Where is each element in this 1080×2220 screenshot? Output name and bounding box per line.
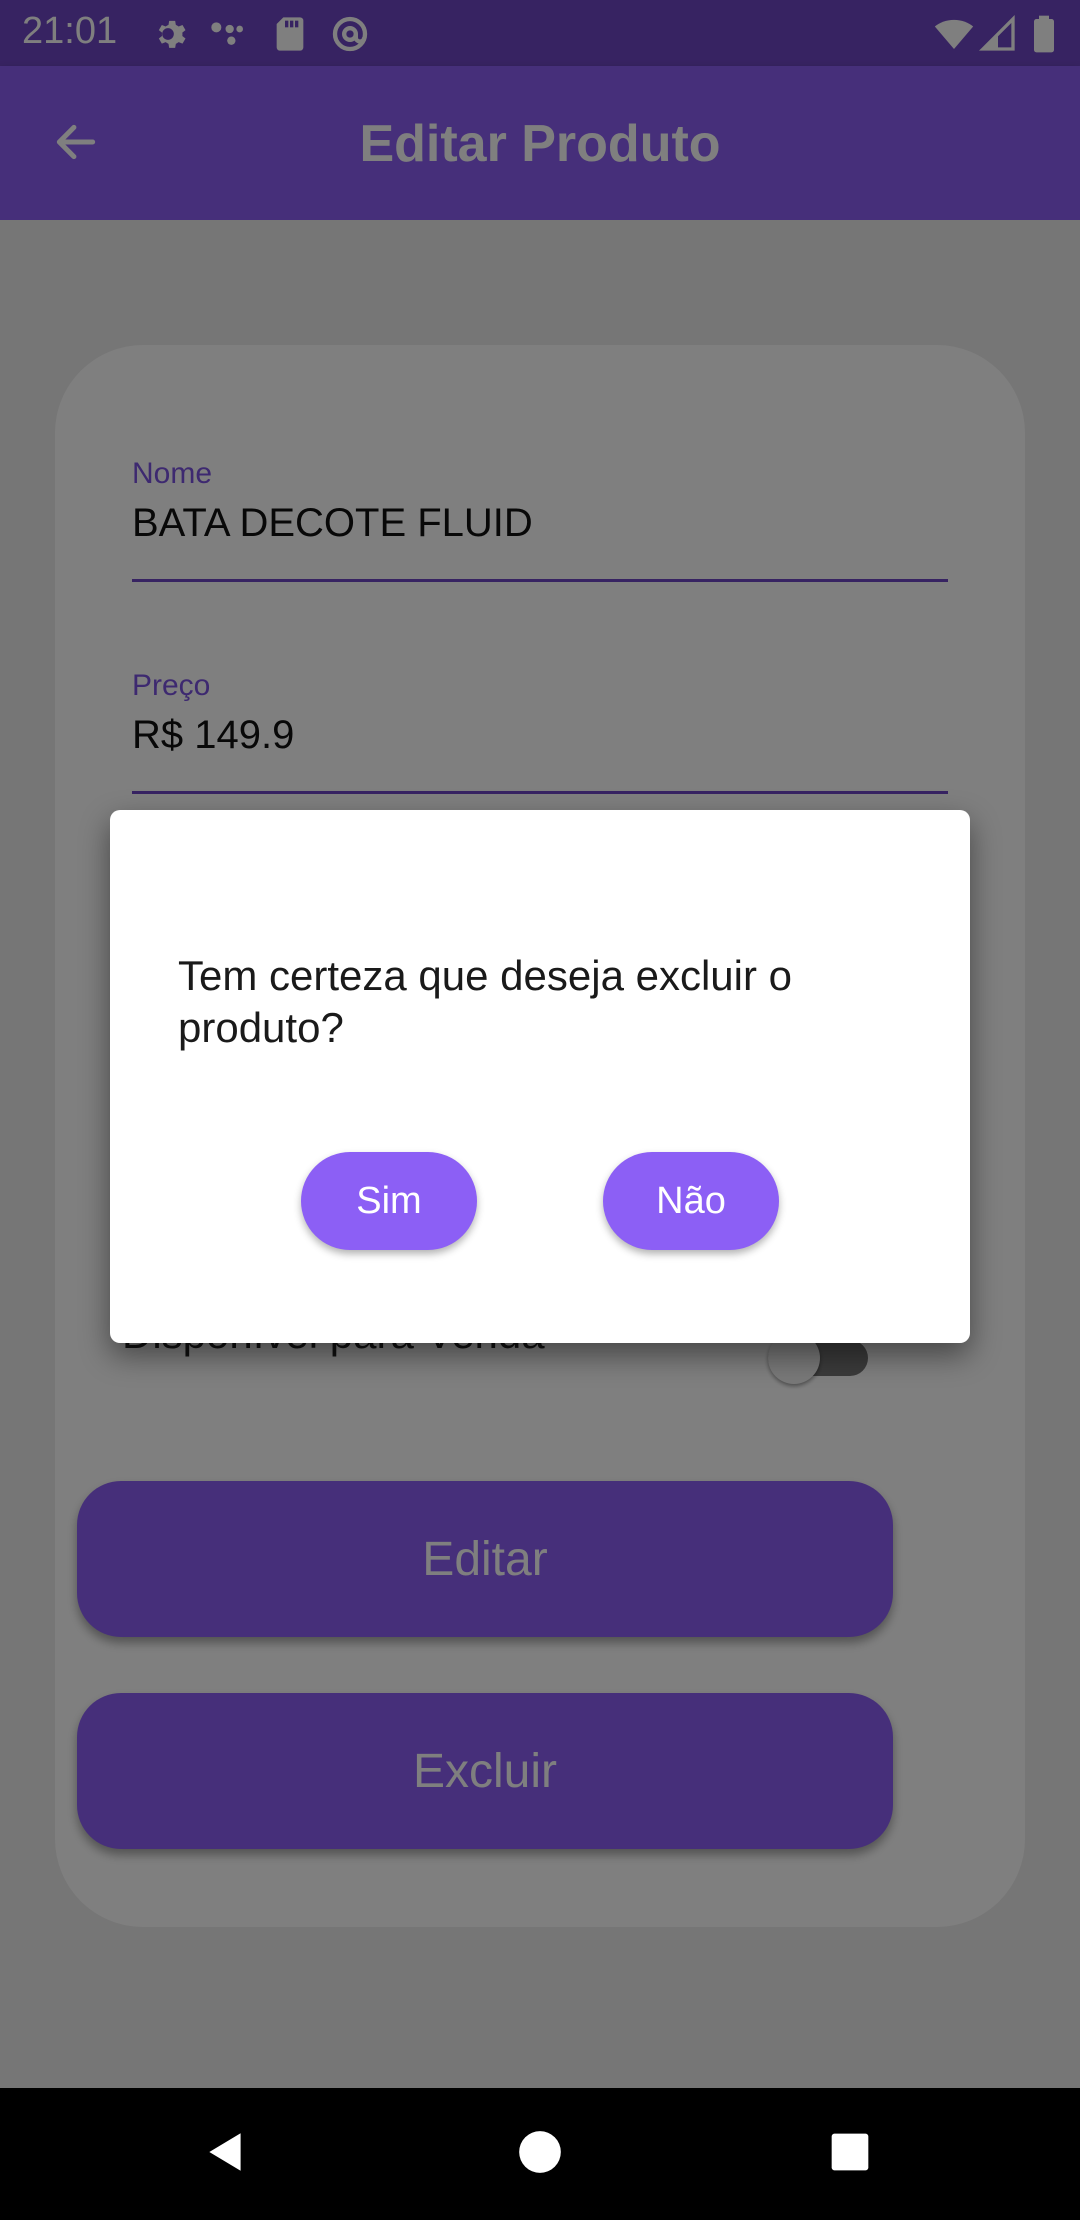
confirm-no-button[interactable]: Não xyxy=(603,1152,779,1250)
confirm-yes-button[interactable]: Sim xyxy=(301,1152,477,1250)
confirm-delete-dialog: Tem certeza que deseja excluir o produto… xyxy=(110,810,970,1343)
nav-back-button[interactable] xyxy=(190,2118,262,2190)
home-circle-icon xyxy=(515,2127,565,2182)
back-triangle-icon xyxy=(201,2127,251,2182)
recents-square-icon xyxy=(828,2130,872,2179)
system-nav-bar xyxy=(0,2088,1080,2220)
dialog-message: Tem certeza que deseja excluir o produto… xyxy=(178,952,792,1051)
nav-home-button[interactable] xyxy=(504,2118,576,2190)
nav-recents-button[interactable] xyxy=(814,2118,886,2190)
